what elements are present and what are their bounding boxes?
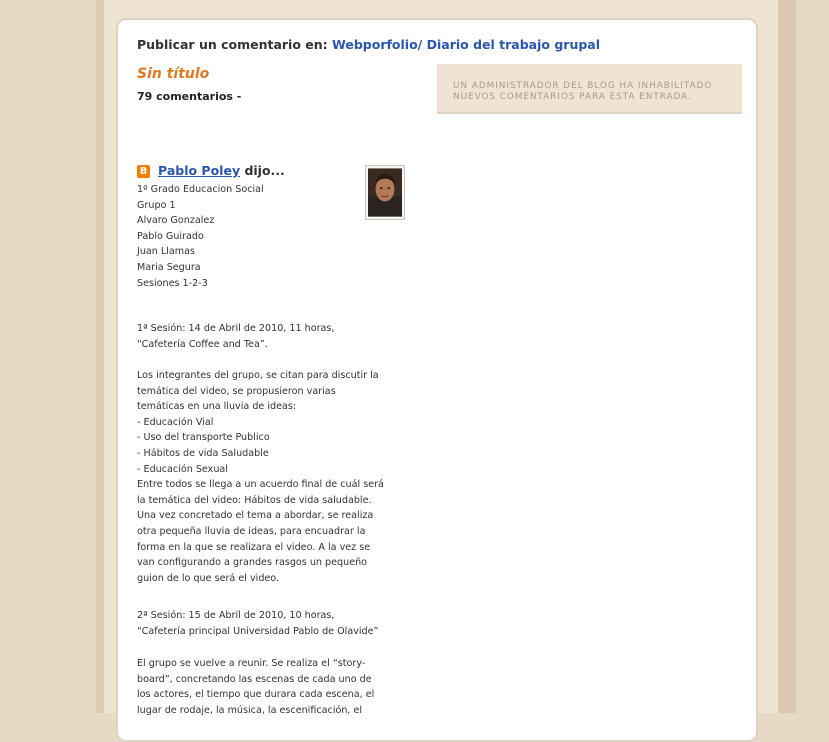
group-info-line: 1º Grado Educacion Social: [137, 184, 264, 195]
post-title[interactable]: Sin título: [137, 66, 209, 82]
session1-header: 1ª Sesión: 14 de Abril de 2010, 11 horas…: [137, 321, 427, 352]
group-info: 1º Grado Educacion Social Grupo 1 Alvaro…: [137, 182, 427, 291]
session2-header-line: “Cafetería principal Universidad Pablo d…: [137, 625, 379, 637]
session1-line: forma en la que se realizara el video. A…: [137, 541, 371, 553]
session2-header: 2ª Sesión: 15 de Abril de 2010, 10 horas…: [137, 608, 427, 639]
session1-line: Los integrantes del grupo, se citan para…: [137, 370, 379, 381]
session1-line: van configurando a grandes rasgos un peq…: [137, 557, 368, 569]
session1-header-line: 1ª Sesión: 14 de Abril de 2010, 11 horas…: [137, 323, 335, 334]
session2-line: board”, concretando las escenas de cada …: [137, 673, 372, 685]
session2-line: El grupo se vuelve a reunir. Se realiza …: [137, 658, 366, 669]
session1-line: temática del video, se propusieron varia…: [137, 385, 336, 397]
comment-count: 79 comentarios -: [137, 90, 242, 103]
group-info-line: Pablo Guirado: [137, 230, 204, 242]
header-prefix: Publicar un comentario en:: [137, 37, 328, 52]
session1-body: Los integrantes del grupo, se citan para…: [137, 368, 427, 586]
session1-line: temáticas en una lluvia de ideas:: [137, 401, 297, 413]
session1-line: - Hábitos de vida Saludable: [137, 447, 269, 459]
session1-header-line: “Cafetería Coffee and Tea”.: [137, 338, 268, 350]
blog-link[interactable]: Webporfolio/ Diario del trabajo grupal: [332, 37, 600, 52]
comment-author-link[interactable]: Pablo Poley: [158, 163, 240, 178]
blogger-icon: B: [137, 165, 150, 178]
page-background-stripe: [778, 0, 796, 713]
session1-line: guion de lo que será el video.: [137, 572, 280, 584]
page-background-left: [0, 0, 96, 713]
comment-author-line: Pablo Poley dijo...: [158, 163, 285, 178]
comment-said: dijo...: [244, 163, 285, 178]
session2-line: lugar de rodaje, la música, la escenific…: [137, 704, 363, 716]
page-background-right: [796, 0, 829, 713]
session1-line: - Educación Vial: [137, 416, 214, 428]
session1-line: la temática del video: Hábitos de vida s…: [137, 494, 372, 506]
session1-line: Entre todos se llega a un acuerdo final …: [137, 479, 384, 491]
comment-page-header: Publicar un comentario en: Webporfolio/ …: [137, 37, 600, 52]
session1-line: - Educación Sexual: [137, 463, 228, 475]
group-info-line: Maria Segura: [137, 261, 201, 273]
group-info-line: Alvaro Gonzalez: [137, 215, 215, 227]
session2-header-line: 2ª Sesión: 15 de Abril de 2010, 10 horas…: [137, 610, 335, 621]
group-info-line: Juan Llamas: [137, 246, 196, 258]
group-info-line: Sesiones 1-2-3: [137, 277, 208, 289]
group-info-line: Grupo 1: [137, 199, 176, 211]
comments-disabled-notice: UN ADMINISTRADOR DEL BLOG HA INHABILITAD…: [437, 64, 742, 114]
session2-line: los actores, el tiempo que durara cada e…: [137, 689, 375, 701]
comments-disabled-text: UN ADMINISTRADOR DEL BLOG HA INHABILITAD…: [453, 81, 713, 102]
page-background-stripe: [96, 0, 104, 713]
session1-line: Una vez concretado el tema a abordar, se…: [137, 510, 374, 522]
session1-line: otra pequeña lluvia de ideas, para encua…: [137, 525, 366, 537]
session1-line: - Uso del transporte Publico: [137, 432, 270, 444]
session2-body: El grupo se vuelve a reunir. Se realiza …: [137, 656, 427, 718]
